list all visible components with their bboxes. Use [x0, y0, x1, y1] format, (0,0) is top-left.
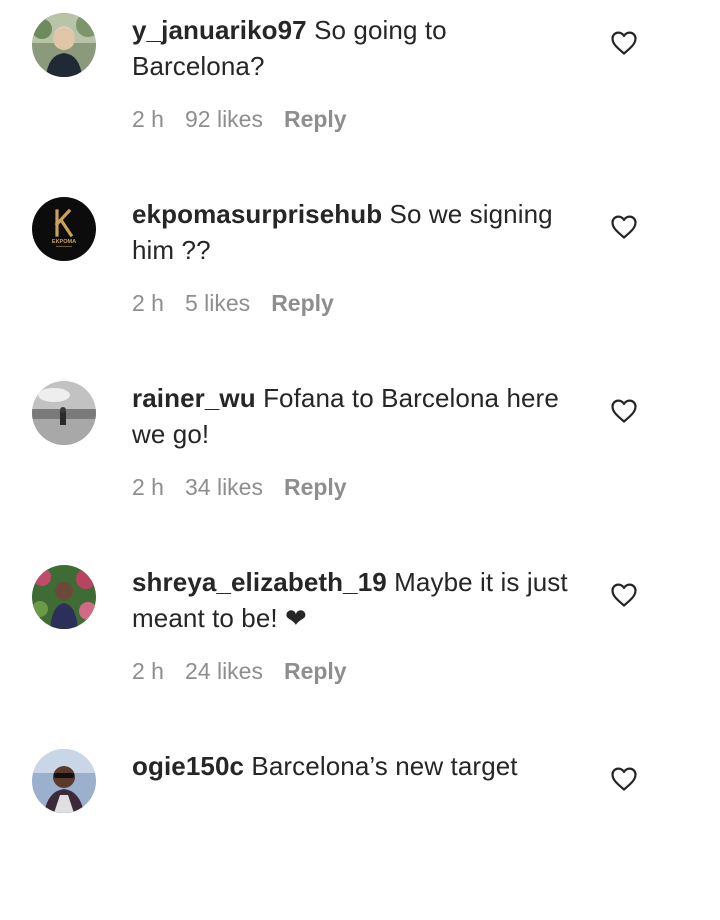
timestamp: 2 h	[132, 658, 164, 684]
comment-text: y_januariko97 So going to Barcelona?	[132, 12, 582, 84]
heart-outline-icon[interactable]	[611, 583, 637, 607]
logo-text: EKPOMA	[52, 239, 76, 245]
username-link[interactable]: ekpomasurprisehub	[132, 199, 382, 229]
timestamp: 2 h	[132, 106, 164, 132]
heart-outline-icon[interactable]	[611, 31, 637, 55]
comment-item: y_januariko97 So going to Barcelona? 2 h…	[0, 0, 720, 184]
comment-meta: 2 h 92 likes Reply	[132, 104, 368, 134]
heart-outline-icon[interactable]	[611, 399, 637, 423]
reply-button[interactable]: Reply	[284, 658, 347, 684]
heart-outline-icon[interactable]	[611, 215, 637, 239]
likes-count[interactable]: 92 likes	[185, 106, 263, 132]
username-link[interactable]: rainer_wu	[132, 383, 256, 413]
heart-outline-icon[interactable]	[611, 767, 637, 791]
avatar[interactable]	[32, 381, 96, 445]
comment-text: rainer_wu Fofana to Barcelona here we go…	[132, 380, 582, 452]
comment-text: ekpomasurprisehub So we signing him ??	[132, 196, 582, 268]
likes-count[interactable]: 5 likes	[185, 290, 250, 316]
avatar[interactable]	[32, 13, 96, 77]
avatar[interactable]: EKPOMA	[32, 197, 96, 261]
comment-item: EKPOMA ekpomasurprisehub So we signing h…	[0, 184, 720, 368]
username-link[interactable]: shreya_elizabeth_19	[132, 567, 387, 597]
comment-meta: 2 h 34 likes Reply	[132, 472, 368, 502]
timestamp: 2 h	[132, 474, 164, 500]
reply-button[interactable]: Reply	[271, 290, 334, 316]
comment-body: Barcelona’s new target	[251, 751, 518, 781]
comment-item: ogie150c Barcelona’s new target	[0, 736, 720, 920]
profile-photo-icon	[32, 565, 96, 629]
avatar[interactable]	[32, 565, 96, 629]
likes-count[interactable]: 34 likes	[185, 474, 263, 500]
username-link[interactable]: ogie150c	[132, 751, 244, 781]
comment-meta: 2 h 24 likes Reply	[132, 656, 368, 686]
profile-photo-icon	[32, 749, 96, 813]
profile-photo-icon	[32, 381, 96, 445]
comment-text: ogie150c Barcelona’s new target	[132, 748, 582, 784]
comment-item: rainer_wu Fofana to Barcelona here we go…	[0, 368, 720, 552]
comment-meta: 2 h 5 likes Reply	[132, 288, 355, 318]
reply-button[interactable]: Reply	[284, 474, 347, 500]
username-link[interactable]: y_januariko97	[132, 15, 307, 45]
reply-button[interactable]: Reply	[284, 106, 347, 132]
profile-photo-icon	[32, 13, 96, 77]
likes-count[interactable]: 24 likes	[185, 658, 263, 684]
timestamp: 2 h	[132, 290, 164, 316]
ekpoma-logo-icon: EKPOMA	[32, 197, 96, 261]
comment-item: shreya_elizabeth_19 Maybe it is just mea…	[0, 552, 720, 736]
avatar[interactable]	[32, 749, 96, 813]
comment-text: shreya_elizabeth_19 Maybe it is just mea…	[132, 564, 582, 636]
